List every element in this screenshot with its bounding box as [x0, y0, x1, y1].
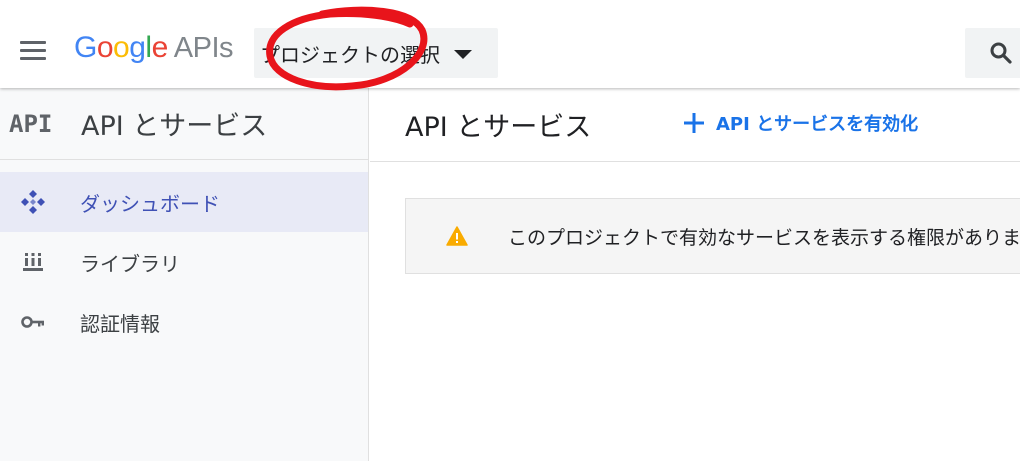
- permission-notice: このプロジェクトで有効なサービスを表示する権限がありま: [405, 198, 1020, 274]
- enable-apis-button[interactable]: API とサービスを有効化: [682, 110, 918, 136]
- menu-icon[interactable]: [14, 32, 52, 70]
- enable-apis-label: API とサービスを有効化: [716, 114, 919, 135]
- warning-icon: [446, 226, 468, 246]
- search-button[interactable]: [965, 28, 1020, 78]
- sidebar-item-credentials[interactable]: 認証情報: [0, 292, 368, 352]
- dashboard-icon: [21, 190, 45, 214]
- main-content: API とサービス API とサービスを有効化 このプロジェクトで有効なサービス…: [370, 88, 1020, 461]
- sidebar-title: API とサービス: [81, 111, 268, 142]
- caret-down-icon: [454, 50, 472, 59]
- sidebar-header: API API とサービス: [0, 88, 368, 160]
- project-selector[interactable]: プロジェクトの選択: [254, 28, 498, 78]
- project-selector-label: プロジェクトの選択: [260, 42, 440, 67]
- library-icon: [23, 253, 43, 271]
- api-logo-icon: API: [9, 109, 53, 138]
- notice-text: このプロジェクトで有効なサービスを表示する権限がありま: [508, 226, 1020, 249]
- search-icon: [990, 42, 1012, 64]
- plus-icon: [684, 113, 704, 133]
- key-icon: [21, 316, 44, 328]
- sidebar-item-dashboard[interactable]: ダッシュボード: [0, 172, 368, 232]
- google-apis-logo[interactable]: Google APIs: [74, 31, 234, 65]
- sidebar: API API とサービス ダッシュボード ライブラリ 認証情報: [0, 88, 369, 461]
- sidebar-nav: ダッシュボード ライブラリ 認証情報: [0, 172, 368, 352]
- sidebar-item-label: ライブラリ: [80, 251, 180, 276]
- top-bar: Google APIs プロジェクトの選択: [0, 0, 1020, 88]
- sidebar-item-label: ダッシュボード: [80, 191, 220, 216]
- sidebar-item-label: 認証情報: [80, 311, 160, 336]
- page-title: API とサービス: [405, 112, 592, 143]
- sidebar-item-library[interactable]: ライブラリ: [0, 232, 368, 292]
